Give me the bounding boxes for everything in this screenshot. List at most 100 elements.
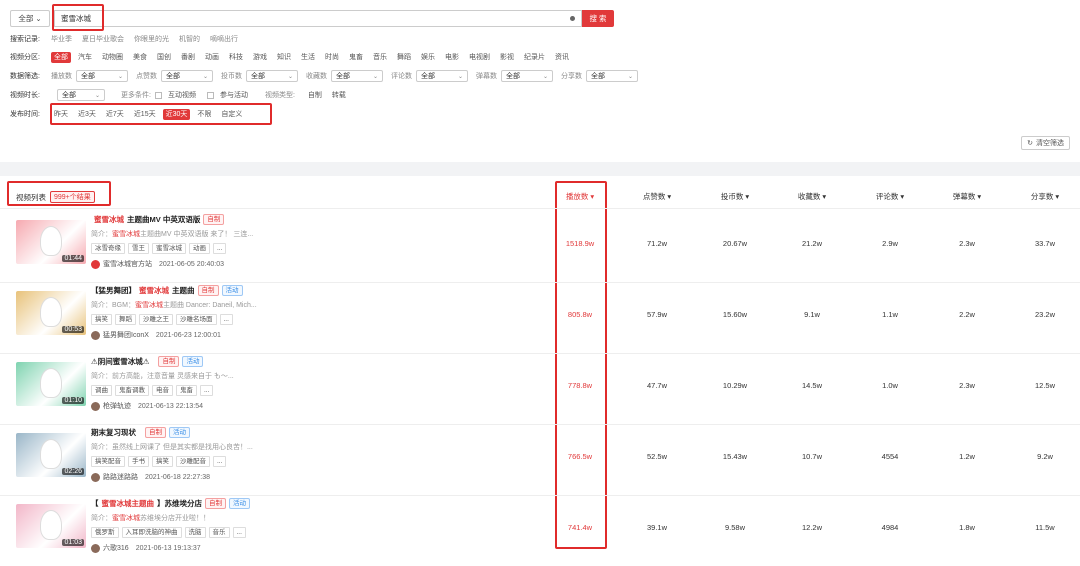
search-input[interactable]: 蜜雪冰城 <box>54 10 582 27</box>
data-filter-select[interactable]: 全部 ⌄ <box>246 70 298 82</box>
data-filter-select[interactable]: 全部 ⌄ <box>76 70 128 82</box>
tag-chip[interactable]: 音乐 <box>208 527 230 538</box>
column-header[interactable]: 弹幕数 ▾ <box>953 191 981 202</box>
tag-chip[interactable]: ... <box>200 385 214 396</box>
publish-option[interactable]: 近30天 <box>162 108 191 120</box>
video-type-option[interactable]: 转载 <box>329 90 349 101</box>
partition-option[interactable]: 科技 <box>226 52 246 63</box>
partition-option[interactable]: 动画 <box>202 52 222 63</box>
video-thumbnail[interactable]: 00:53 <box>16 291 86 335</box>
partition-option[interactable]: 美食 <box>130 52 150 63</box>
partition-option[interactable]: 纪录片 <box>521 52 548 63</box>
data-filter-select[interactable]: 全部 ⌄ <box>586 70 638 82</box>
tag-chip[interactable]: 雪王 <box>128 243 149 254</box>
data-filter-select[interactable]: 全部 ⌄ <box>501 70 553 82</box>
partition-option[interactable]: 电影 <box>442 52 462 63</box>
publish-option[interactable]: 近7天 <box>103 109 127 120</box>
tag-chip[interactable]: ... <box>213 243 227 254</box>
partition-option[interactable]: 番剧 <box>178 52 198 63</box>
tag-chip[interactable]: 洗脑 <box>184 527 206 538</box>
column-header[interactable]: 收藏数 ▾ <box>798 191 826 202</box>
history-item[interactable]: 嘀嘀出行 <box>210 34 238 44</box>
tag-chip[interactable]: 调曲 <box>91 385 112 396</box>
tag-chip[interactable]: 沙雕名场面 <box>176 314 217 325</box>
publish-option[interactable]: 不限 <box>194 109 214 120</box>
history-item[interactable]: 夏日毕业歌会 <box>82 34 124 44</box>
video-type-option[interactable]: 自制 <box>305 90 325 101</box>
partition-option[interactable]: 游戏 <box>250 52 270 63</box>
clear-icon[interactable] <box>570 16 575 21</box>
author-name[interactable]: 六歌316 <box>103 543 129 553</box>
activity-checkbox[interactable] <box>206 91 214 99</box>
partition-option[interactable]: 时尚 <box>322 52 342 63</box>
video-title[interactable]: 【猛男舞团】 蜜雪冰城 主题曲 自制 活动 <box>91 285 243 296</box>
avatar[interactable] <box>91 401 100 411</box>
partition-option[interactable]: 全部 <box>51 51 71 63</box>
tag-chip[interactable]: ... <box>213 456 227 467</box>
author-name[interactable]: 路路迷路路 <box>103 472 138 482</box>
tag-chip[interactable]: 搞笑配音 <box>91 456 125 467</box>
partition-option[interactable]: 舞蹈 <box>394 52 414 63</box>
column-header[interactable]: 分享数 ▾ <box>1031 191 1059 202</box>
search-scope-select[interactable]: 全部 ⌄ <box>10 10 50 27</box>
partition-option[interactable]: 音乐 <box>370 52 390 63</box>
publish-option[interactable]: 自定义 <box>218 109 245 120</box>
tag-chip[interactable]: 搞笑 <box>152 456 173 467</box>
tag-chip[interactable]: 舞蹈 <box>115 314 136 325</box>
avatar[interactable] <box>91 543 100 553</box>
partition-option[interactable]: 影视 <box>497 52 517 63</box>
video-title[interactable]: ⚠阴间蜜雪冰城⚠ 自制 活动 <box>91 356 204 367</box>
table-row[interactable]: 01:44 蜜雪冰城 主题曲MV 中英双语版 自制 简介：蜜雪冰城主题曲MV 中英双语版… <box>0 212 1080 282</box>
tag-chip[interactable]: 搞笑 <box>91 314 112 325</box>
data-filter-select[interactable]: 全部 ⌄ <box>161 70 213 82</box>
publish-option[interactable]: 近15天 <box>131 109 159 120</box>
table-row[interactable]: 01:10 ⚠阴间蜜雪冰城⚠ 自制 活动 简介：前方高能，注意音量 灵感来自于 も〜..… <box>0 354 1080 424</box>
tag-chip[interactable]: 鬼畜 <box>176 385 197 396</box>
video-thumbnail[interactable]: 01:10 <box>16 362 86 406</box>
partition-option[interactable]: 电视剧 <box>466 52 493 63</box>
video-title[interactable]: 【蜜雪冰城主题曲 】苏维埃分店 自制 活动 <box>91 498 250 509</box>
interactive-video-checkbox[interactable] <box>154 91 162 99</box>
video-thumbnail[interactable]: 01:44 <box>16 220 86 264</box>
partition-option[interactable]: 娱乐 <box>418 52 438 63</box>
history-item[interactable]: 你眼里的光 <box>134 34 169 44</box>
table-row[interactable]: 01:03 【蜜雪冰城主题曲 】苏维埃分店 自制 活动 简介：蜜雪冰城苏维埃分店开业啦！！… <box>0 496 1080 566</box>
history-item[interactable]: 机智的 <box>179 34 200 44</box>
video-thumbnail[interactable]: 01:03 <box>16 504 86 548</box>
author-name[interactable]: 枪弹轨迹 <box>103 401 131 411</box>
partition-option[interactable]: 知识 <box>274 52 294 63</box>
tag-chip[interactable]: 沙雕配音 <box>176 456 210 467</box>
search-button[interactable]: 搜 索 <box>582 10 614 27</box>
partition-option[interactable]: 生活 <box>298 52 318 63</box>
partition-option[interactable]: 动物圈 <box>99 52 126 63</box>
table-row[interactable]: 02:26 期末复习现状 自制 活动 简介：虽然线上网课了 但是其实都是找用心良苦！..… <box>0 425 1080 495</box>
partition-option[interactable]: 鬼畜 <box>346 52 366 63</box>
tag-chip[interactable]: 入耳即洗脑的神曲 <box>121 527 182 538</box>
publish-option[interactable]: 近3天 <box>75 109 99 120</box>
partition-option[interactable]: 汽车 <box>75 52 95 63</box>
data-filter-select[interactable]: 全部 ⌄ <box>416 70 468 82</box>
video-title[interactable]: 蜜雪冰城 主题曲MV 中英双语版 自制 <box>91 214 225 225</box>
author-name[interactable]: 猛男舞团IconX <box>103 330 149 340</box>
duration-select[interactable]: 全部 ⌄ <box>57 89 105 101</box>
video-title[interactable]: 期末复习现状 自制 活动 <box>91 427 190 438</box>
avatar[interactable] <box>91 330 100 340</box>
video-thumbnail[interactable]: 02:26 <box>16 433 86 477</box>
partition-option[interactable]: 资讯 <box>552 52 572 63</box>
avatar[interactable] <box>91 259 100 269</box>
tag-chip[interactable]: 电音 <box>152 385 173 396</box>
tag-chip[interactable]: 手书 <box>128 456 149 467</box>
publish-option[interactable]: 昨天 <box>51 109 71 120</box>
table-row[interactable]: 00:53 【猛男舞团】 蜜雪冰城 主题曲 自制 活动 简介：BGM：蜜雪冰城主题曲 Dan… <box>0 283 1080 353</box>
author-name[interactable]: 蜜雪冰城官方站 <box>103 259 152 269</box>
tag-chip[interactable]: 冰雪奇缘 <box>91 243 125 254</box>
column-header[interactable]: 点赞数 ▾ <box>643 191 671 202</box>
tag-chip[interactable]: 鬼畜调教 <box>115 385 149 396</box>
clear-filter-button[interactable]: ↻ 清空筛选 <box>1021 136 1070 150</box>
data-filter-select[interactable]: 全部 ⌄ <box>331 70 383 82</box>
tag-chip[interactable]: ... <box>219 314 233 325</box>
history-item[interactable]: 毕业季 <box>51 34 72 44</box>
partition-option[interactable]: 国创 <box>154 52 174 63</box>
column-header[interactable]: 播放数 ▾ <box>566 191 594 202</box>
avatar[interactable] <box>91 472 100 482</box>
